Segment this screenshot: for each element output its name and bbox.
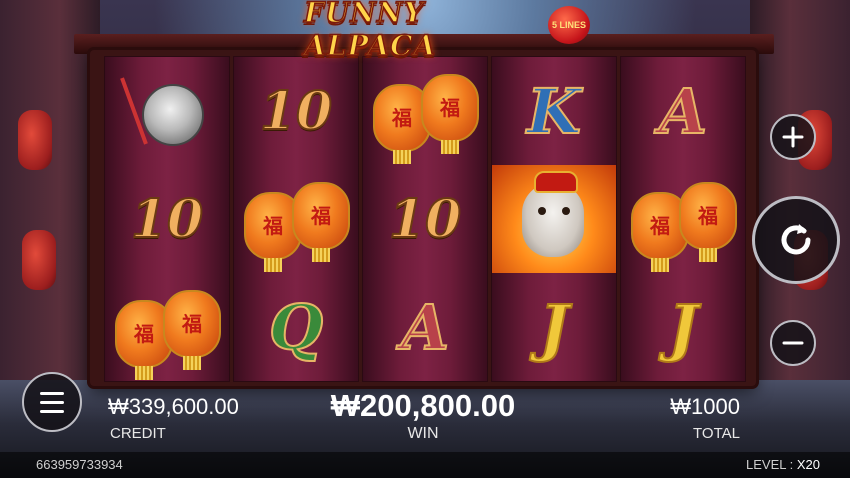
lantern-character: 福 (311, 204, 331, 228)
lantern-icon: 福 (292, 182, 350, 262)
ten-symbol: 10 (105, 165, 229, 273)
lantern-symbol: 福福 (363, 57, 487, 165)
symbol-label: 10 (388, 188, 462, 251)
lantern-character: 福 (698, 204, 718, 228)
symbol-label: A (658, 74, 708, 149)
symbol-label: 10 (259, 80, 333, 143)
level-value: X20 (796, 457, 820, 472)
credit-value: ₩339,600.00 (108, 394, 239, 419)
alpaca-eye-icon (562, 207, 570, 215)
left-building (0, 0, 100, 400)
reel-5: A 福福 J (620, 56, 746, 382)
plus-icon (782, 126, 804, 148)
lantern-symbol: 福福 (105, 273, 229, 381)
symbol-label: Q (268, 290, 324, 365)
total-bet-label: TOTAL (693, 425, 740, 442)
hanging-lantern-decoration (18, 110, 52, 170)
win-value: ₩200,800.00 (330, 388, 516, 423)
tassel-icon (441, 140, 459, 154)
alpaca-hat-icon (534, 171, 578, 193)
gong-icon (120, 66, 212, 156)
a-symbol: A (621, 57, 745, 165)
tassel-icon (651, 258, 669, 272)
hamburger-menu-icon (40, 409, 64, 413)
spin-button[interactable] (752, 196, 840, 284)
lines-badge: 5 LINES (548, 6, 590, 44)
total-bet-value[interactable]: ₩1000 (640, 394, 740, 420)
lantern-symbol: 福福 (621, 165, 745, 273)
level-indicator: LEVEL : X20 (746, 457, 820, 472)
j-symbol: J (492, 273, 616, 381)
lantern-character: 福 (182, 312, 202, 336)
level-label: LEVEL : (746, 457, 794, 472)
hamburger-menu-icon (40, 391, 64, 395)
a-symbol: A (363, 273, 487, 381)
reel-1: 10 福福 (104, 56, 230, 382)
lantern-pair-icon: 福福 (240, 174, 352, 272)
spin-refresh-icon (781, 224, 811, 255)
alpaca-wild-symbol (492, 165, 616, 273)
game-logo: FUNNY ALPACA (303, 0, 550, 63)
lines-badge-label: 5 LINES (551, 20, 586, 30)
hanging-lantern-decoration (22, 230, 56, 290)
reel-2: 10 福福 Q (233, 56, 359, 382)
tassel-icon (699, 248, 717, 262)
j-symbol: J (621, 273, 745, 381)
minus-icon (782, 341, 804, 345)
ten-symbol: 10 (234, 57, 358, 165)
lantern-pair-icon: 福福 (111, 282, 223, 380)
q-symbol: Q (234, 273, 358, 381)
alpaca-icon (522, 183, 584, 257)
reel-4: KJ (491, 56, 617, 382)
menu-button[interactable] (22, 372, 82, 432)
footer-bar (0, 452, 850, 478)
lantern-icon: 福 (163, 290, 221, 370)
tassel-icon (393, 150, 411, 164)
bet-increase-button[interactable] (770, 114, 816, 160)
lantern-symbol: 福福 (234, 165, 358, 273)
tassel-icon (312, 248, 330, 262)
tassel-icon (183, 356, 201, 370)
tassel-icon (135, 366, 153, 380)
game-title: FUNNY ALPACA (303, 0, 437, 63)
symbol-label: A (400, 290, 450, 365)
k-symbol: K (492, 57, 616, 165)
lantern-icon: 福 (679, 182, 737, 262)
alpaca-eye-icon (538, 207, 546, 215)
bet-decrease-button[interactable] (770, 320, 816, 366)
lantern-icon: 福 (421, 74, 479, 154)
lantern-pair-icon: 福福 (369, 66, 481, 164)
lantern-character: 福 (440, 96, 460, 120)
tassel-icon (264, 258, 282, 272)
gong-symbol (105, 57, 229, 165)
reel-3: 福福 10 A (362, 56, 488, 382)
credit-label: CREDIT (110, 425, 166, 442)
lantern-pair-icon: 福福 (627, 174, 739, 272)
ten-symbol: 10 (363, 165, 487, 273)
symbol-label: J (538, 290, 569, 365)
win-label: WIN (407, 425, 439, 442)
hamburger-menu-icon (40, 400, 64, 404)
symbol-label: K (526, 74, 582, 149)
symbol-label: 10 (130, 188, 204, 251)
session-id: 663959733934 (36, 457, 123, 472)
symbol-label: J (667, 290, 698, 365)
